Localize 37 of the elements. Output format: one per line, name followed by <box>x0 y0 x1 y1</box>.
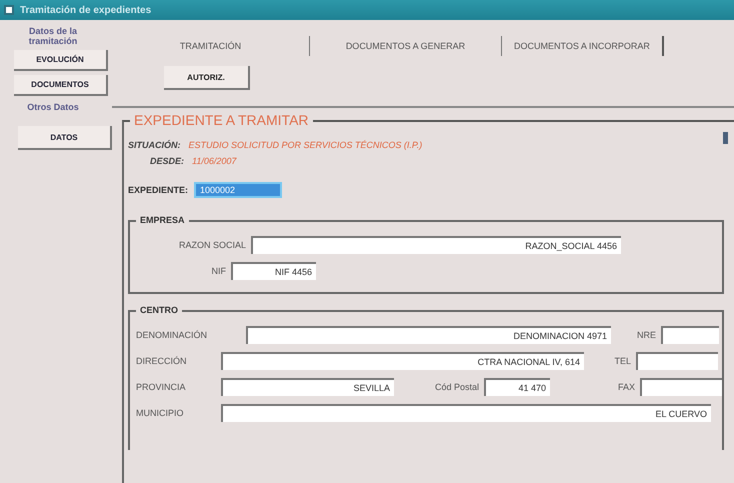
tab[interactable]: TRAMITACIÓN <box>112 36 310 56</box>
field-label: MUNICIPIO <box>136 408 185 418</box>
text-field[interactable]: EL CUERVO <box>221 404 711 422</box>
sidebar-button[interactable]: DATOS <box>18 126 112 150</box>
text-field[interactable] <box>640 378 722 396</box>
text-field[interactable]: DENOMINACION 4971 <box>246 326 611 344</box>
field-label: RAZON SOCIAL <box>178 240 246 250</box>
field-label: PROVINCIA <box>136 382 187 392</box>
text-field[interactable] <box>636 352 718 370</box>
sidebar-heading: Datos de la tramitación <box>28 26 78 46</box>
field-label: FAX <box>616 382 635 392</box>
panel-title: EXPEDIENTE A TRAMITAR <box>130 113 313 127</box>
sidebar-heading: Otros Datos <box>26 102 80 112</box>
text-field[interactable]: CTRA NACIONAL IV, 614 <box>221 352 584 370</box>
window-icon <box>4 5 14 15</box>
tab[interactable]: DOCUMENTOS A GENERAR <box>310 36 502 56</box>
scroll-thumb[interactable] <box>723 132 728 144</box>
field-label: NIF <box>210 266 226 276</box>
info-label: SITUACIÓN: <box>128 140 180 150</box>
window-title: Tramitación de expedientes <box>20 4 152 16</box>
field-label: TEL <box>613 356 631 366</box>
info-value: 11/06/2007 <box>192 156 236 166</box>
text-field[interactable]: NIF 4456 <box>231 262 316 280</box>
info-value: ESTUDIO SOLICITUD POR SERVICIOS TÉCNICOS (I.P.) <box>188 140 422 150</box>
sidebar-button[interactable]: EVOLUCIÓN <box>14 50 108 71</box>
field-label: DENOMINACIÓN <box>136 330 208 340</box>
sidebar-button[interactable]: DOCUMENTOS <box>14 75 108 96</box>
field-label: Cód Postal <box>434 382 479 392</box>
toolbar-button[interactable]: AUTORIZ. <box>164 66 250 90</box>
field-label: EXPEDIENTE: <box>128 185 188 195</box>
info-label: DESDE: <box>150 156 184 166</box>
text-field[interactable]: RAZON_SOCIAL 4456 <box>251 236 621 254</box>
text-field[interactable]: 41 470 <box>484 378 550 396</box>
field-label: NRE <box>636 330 656 340</box>
field-label: DIRECCIÓN <box>136 356 188 366</box>
text-field[interactable] <box>661 326 719 344</box>
text-field[interactable]: SEVILLA <box>221 378 394 396</box>
